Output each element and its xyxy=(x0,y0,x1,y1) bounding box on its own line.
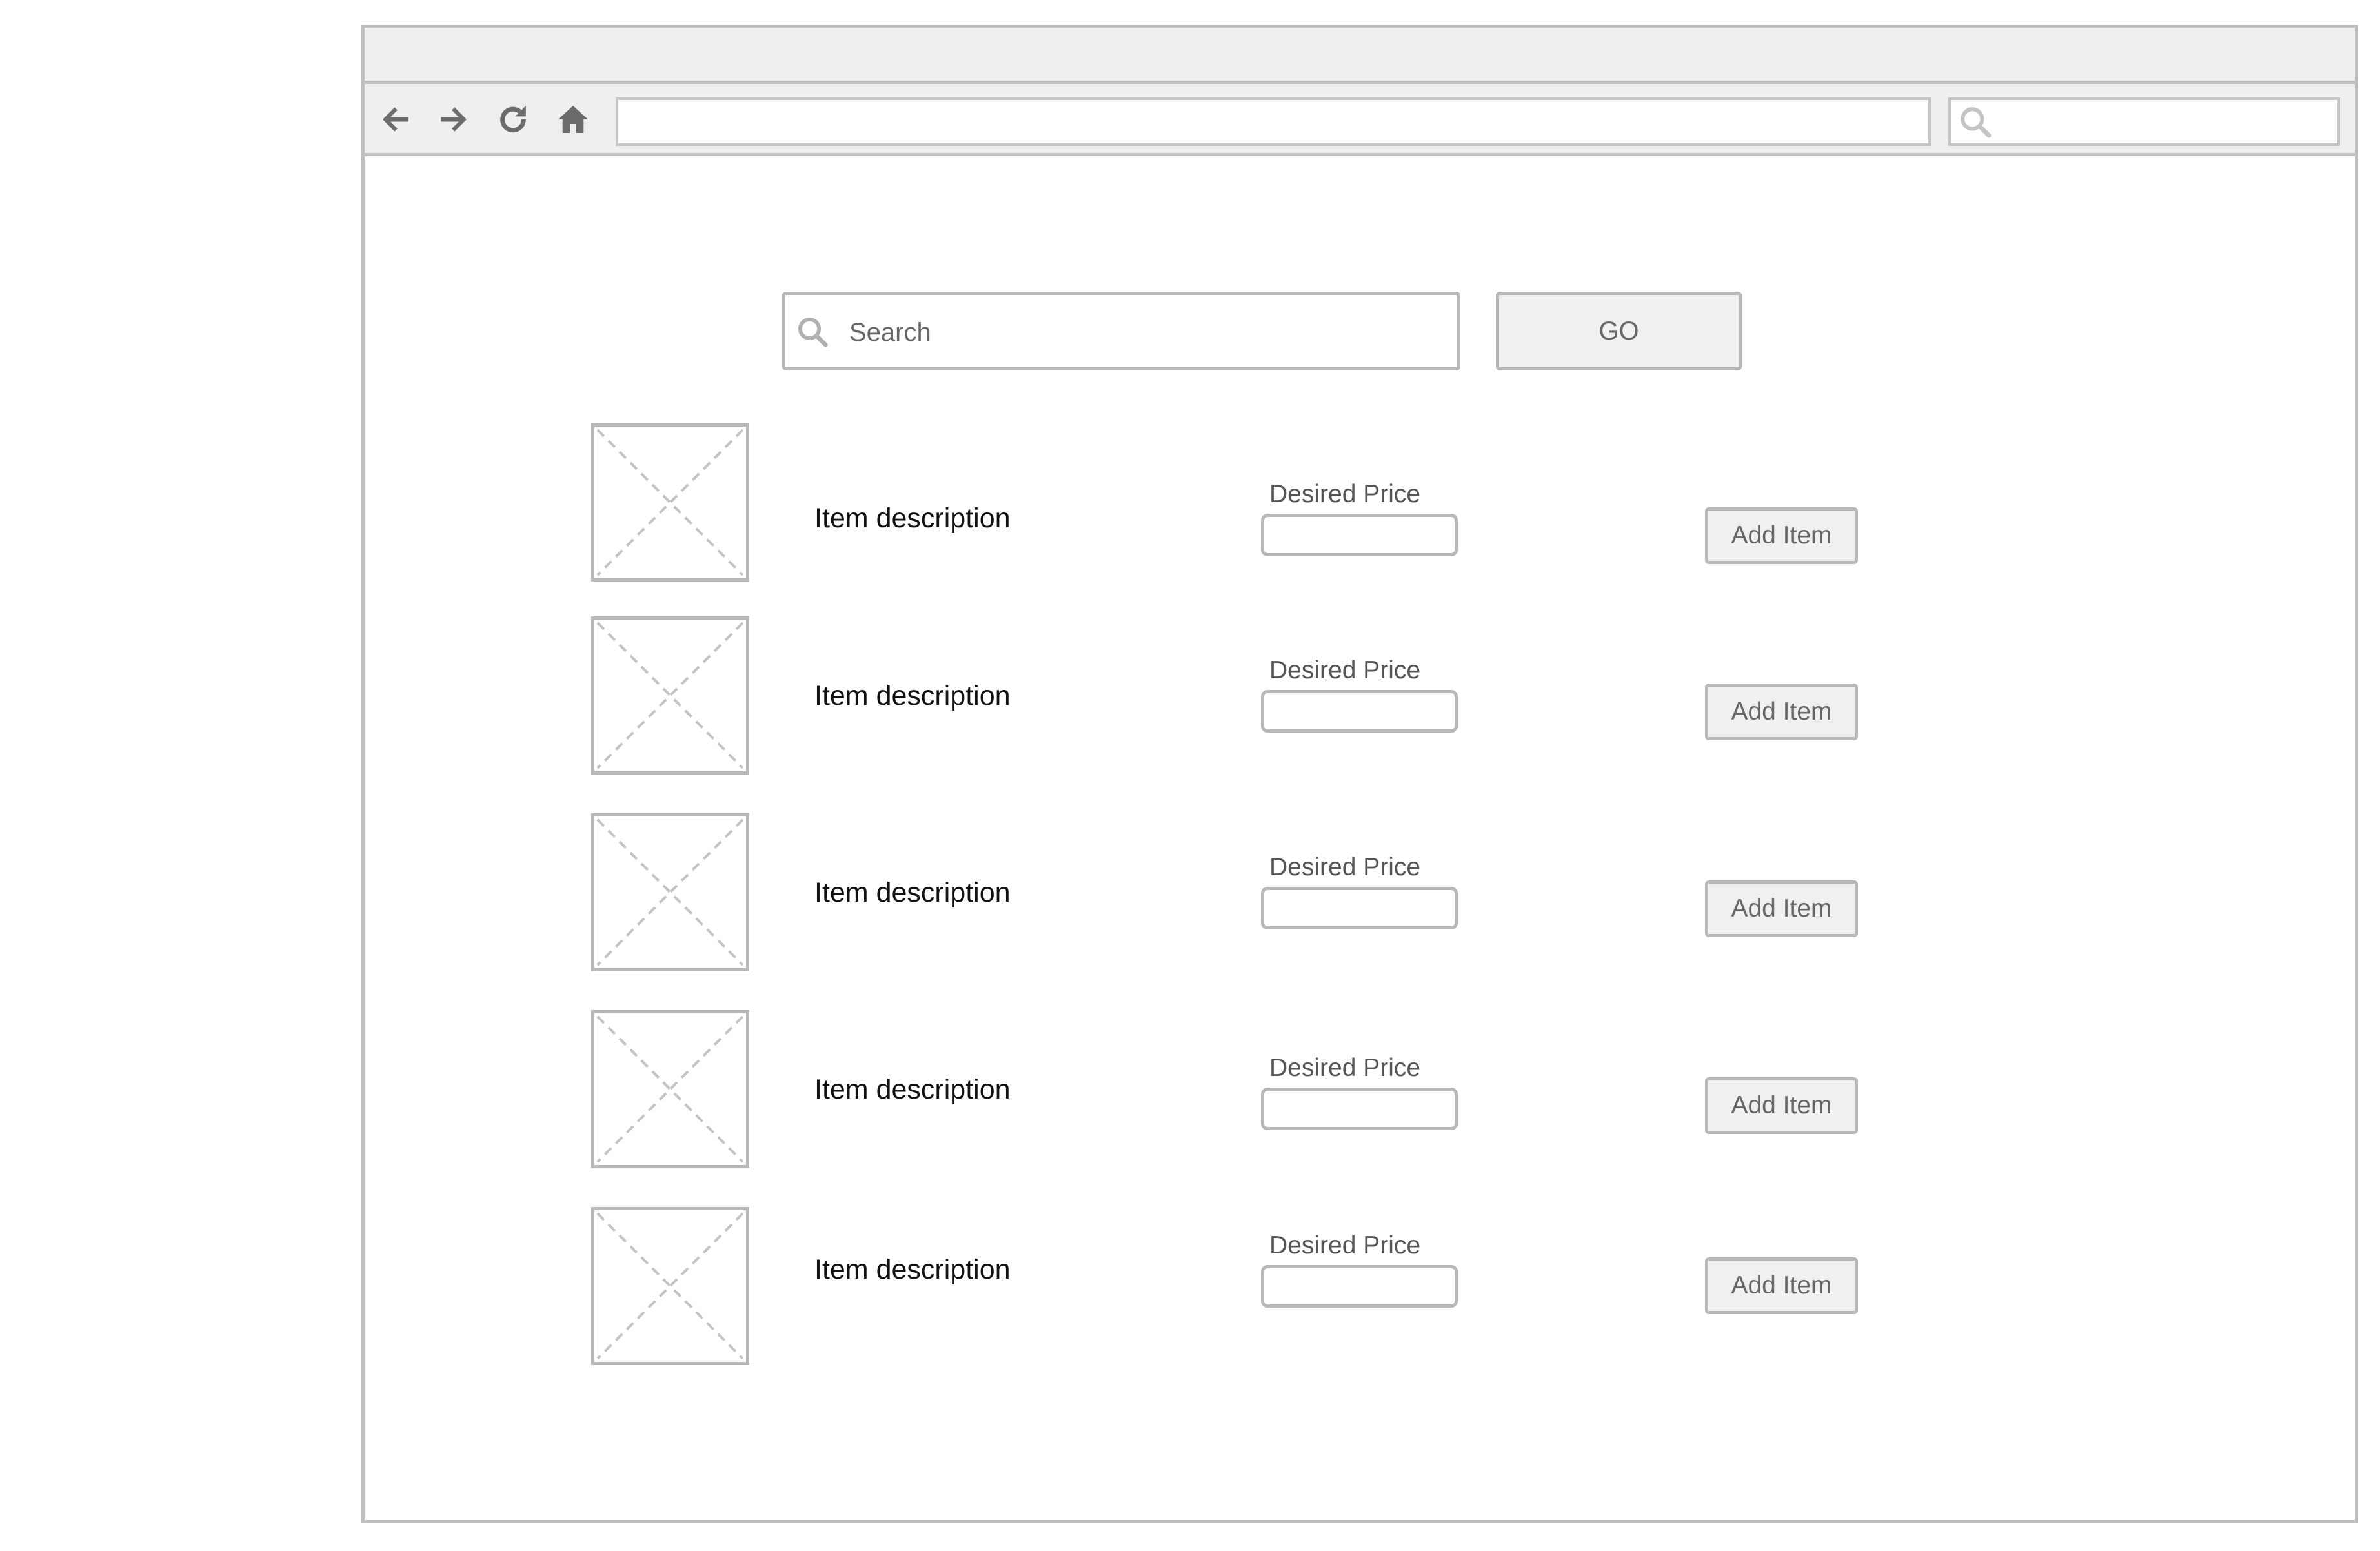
add-item-button[interactable]: Add Item xyxy=(1705,507,1858,564)
item-description: Item description xyxy=(814,1254,1011,1285)
back-arrow-icon[interactable] xyxy=(378,101,414,137)
add-item-button[interactable]: Add Item xyxy=(1705,880,1858,937)
desired-price-input[interactable] xyxy=(1261,690,1458,733)
image-placeholder-icon xyxy=(591,1010,749,1168)
search-placeholder: Search xyxy=(849,318,931,347)
list-item: Item description Desired Price Add Item xyxy=(0,1207,2380,1368)
browser-search-field[interactable] xyxy=(1948,97,2340,146)
image-placeholder-icon xyxy=(591,616,749,775)
add-item-button[interactable]: Add Item xyxy=(1705,1077,1858,1134)
search-icon xyxy=(1961,107,1992,138)
reload-icon[interactable] xyxy=(495,101,531,137)
desired-price-label: Desired Price xyxy=(1269,656,1421,684)
desired-price-label: Desired Price xyxy=(1269,1054,1421,1082)
list-item: Item description Desired Price Add Item xyxy=(0,1010,2380,1171)
desired-price-label: Desired Price xyxy=(1269,1232,1421,1259)
address-bar[interactable] xyxy=(616,97,1931,146)
desired-price-label: Desired Price xyxy=(1269,853,1421,881)
search-icon xyxy=(798,317,828,347)
desired-price-input[interactable] xyxy=(1261,1265,1458,1308)
list-item: Item description Desired Price Add Item xyxy=(0,423,2380,585)
item-description: Item description xyxy=(814,1074,1011,1105)
image-placeholder-icon xyxy=(591,1207,749,1365)
home-icon[interactable] xyxy=(555,101,591,137)
desired-price-input[interactable] xyxy=(1261,1088,1458,1130)
list-item: Item description Desired Price Add Item xyxy=(0,813,2380,975)
add-item-button[interactable]: Add Item xyxy=(1705,684,1858,740)
image-placeholder-icon xyxy=(591,423,749,582)
desired-price-input[interactable] xyxy=(1261,887,1458,929)
desired-price-label: Desired Price xyxy=(1269,480,1421,508)
browser-titlebar xyxy=(365,28,2355,84)
toolbar-divider xyxy=(365,153,2355,156)
desired-price-input[interactable] xyxy=(1261,514,1458,556)
go-button[interactable]: GO xyxy=(1496,292,1742,370)
item-description: Item description xyxy=(814,503,1011,534)
forward-arrow-icon[interactable] xyxy=(435,101,471,137)
image-placeholder-icon xyxy=(591,813,749,971)
item-description: Item description xyxy=(814,680,1011,711)
item-description: Item description xyxy=(814,877,1011,908)
list-item: Item description Desired Price Add Item xyxy=(0,616,2380,778)
add-item-button[interactable]: Add Item xyxy=(1705,1257,1858,1314)
